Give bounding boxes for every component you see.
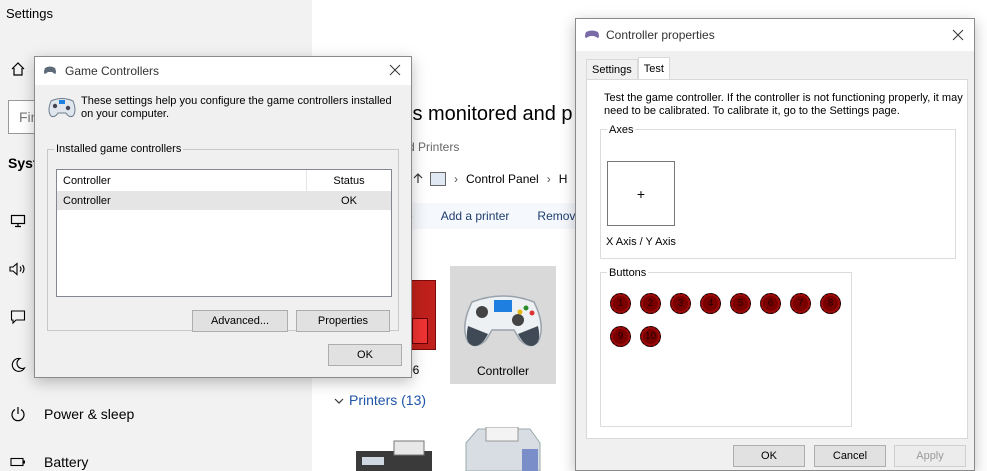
up-arrow-icon[interactable] <box>412 172 424 187</box>
notifications-icon <box>8 308 28 326</box>
controller-button-indicator: 8 <box>820 293 841 314</box>
axes-label: Axes <box>607 124 636 136</box>
remove-button[interactable]: Remov <box>537 209 575 223</box>
game-controllers-title: Game Controllers <box>65 64 160 78</box>
devices-heading: is monitored and p <box>408 103 573 125</box>
controller-properties-titlebar[interactable]: Controller properties <box>576 19 974 51</box>
tab-strip: Settings Test <box>586 57 670 79</box>
gamepad-large-icon <box>47 95 77 119</box>
tab-settings[interactable]: Settings <box>586 59 638 79</box>
column-header-status[interactable]: Status <box>307 175 391 187</box>
controller-button-indicator: 3 <box>670 293 691 314</box>
controllers-list[interactable]: Controller Status Controller OK <box>56 169 392 297</box>
chevron-right-icon: › <box>546 172 551 186</box>
chevron-right-icon: › <box>454 172 458 186</box>
sound-icon <box>8 260 28 278</box>
axes-group: Axes + X Axis / Y Axis <box>600 124 956 259</box>
control-panel-icon <box>430 172 446 186</box>
printers-section-header[interactable]: Printers (13) <box>349 392 426 408</box>
controller-properties-title: Controller properties <box>606 28 715 42</box>
moon-icon <box>8 356 28 374</box>
chevron-down-icon[interactable] <box>334 394 344 408</box>
table-row[interactable]: Controller OK <box>57 192 391 210</box>
installed-controllers-label: Installed game controllers <box>56 143 182 155</box>
controller-button-indicator: 4 <box>700 293 721 314</box>
intro-text: These settings help you configure the ga… <box>81 95 392 120</box>
controller-button-indicator: 9 <box>610 326 631 347</box>
cp-apply-button[interactable]: Apply <box>894 445 966 467</box>
controller-button-indicator: 5 <box>730 293 751 314</box>
gc-ok-button[interactable]: OK <box>328 344 402 366</box>
fax-printer-icon <box>354 437 434 471</box>
installed-controllers-group: Installed game controllers Controller St… <box>47 143 399 332</box>
display-icon <box>8 212 28 230</box>
buttons-group: Buttons 1 2 3 4 5 6 7 8 9 10 <box>600 267 852 427</box>
cp-cancel-button[interactable]: Cancel <box>814 445 886 467</box>
gamepad-small-icon <box>584 28 600 42</box>
devices-window-title: d Printers <box>408 140 460 154</box>
gamepad-icon <box>458 286 548 355</box>
xy-axis-label: X Axis / Y Axis <box>606 236 676 248</box>
close-icon[interactable] <box>950 27 966 43</box>
controller-button-indicator: 1 <box>610 293 631 314</box>
cp-ok-button[interactable]: OK <box>733 445 805 467</box>
controller-status-cell: OK <box>341 195 357 207</box>
printer-icon <box>460 426 544 471</box>
add-printer-button[interactable]: Add a printer <box>441 209 510 223</box>
controller-button-indicator: 7 <box>790 293 811 314</box>
controller-button-indicator: 2 <box>640 293 661 314</box>
address-bar[interactable]: › Control Panel › H <box>408 165 578 193</box>
buttons-label: Buttons <box>607 267 649 279</box>
controller-properties-dialog: Controller properties Settings Test Test… <box>575 18 975 471</box>
controller-device-tile[interactable]: Controller <box>450 266 556 384</box>
column-header-controller[interactable]: Controller <box>57 169 307 192</box>
game-controllers-titlebar[interactable]: Game Controllers <box>35 57 411 85</box>
breadcrumb-control-panel[interactable]: Control Panel <box>466 172 539 186</box>
crosshair-icon: + <box>636 185 646 202</box>
controller-name-cell: Controller <box>63 195 111 207</box>
devices-toolbar: e Add a printer Remov <box>388 203 578 229</box>
breadcrumb-next[interactable]: H <box>559 172 568 186</box>
power-sleep-nav[interactable]: Power & sleep <box>8 405 134 423</box>
battery-icon <box>8 453 28 471</box>
controller-device-label: Controller <box>476 364 530 378</box>
battery-nav[interactable]: Battery <box>8 453 88 471</box>
tab-test[interactable]: Test <box>637 57 670 79</box>
advanced-button[interactable]: Advanced... <box>192 310 288 332</box>
phone-icon <box>412 318 428 344</box>
battery-label: Battery <box>44 454 89 470</box>
gamepad-small-icon <box>43 64 57 78</box>
test-description: Test the game controller. If the control… <box>604 92 963 117</box>
settings-title: Settings <box>6 6 53 21</box>
home-icon <box>8 60 28 78</box>
close-icon[interactable] <box>387 62 403 78</box>
properties-button[interactable]: Properties <box>296 310 390 332</box>
xy-axis-display: + <box>607 161 675 226</box>
controller-button-indicator: 6 <box>760 293 781 314</box>
list-header: Controller Status <box>57 169 391 192</box>
game-controllers-dialog: Game Controllers These settings help you… <box>34 56 412 378</box>
controller-button-indicator: 10 <box>640 326 661 347</box>
power-sleep-label: Power & sleep <box>44 406 135 422</box>
game-controllers-intro: These settings help you configure the ga… <box>47 95 397 121</box>
power-icon <box>8 405 28 423</box>
test-tab-page: Test the game controller. If the control… <box>586 79 968 439</box>
